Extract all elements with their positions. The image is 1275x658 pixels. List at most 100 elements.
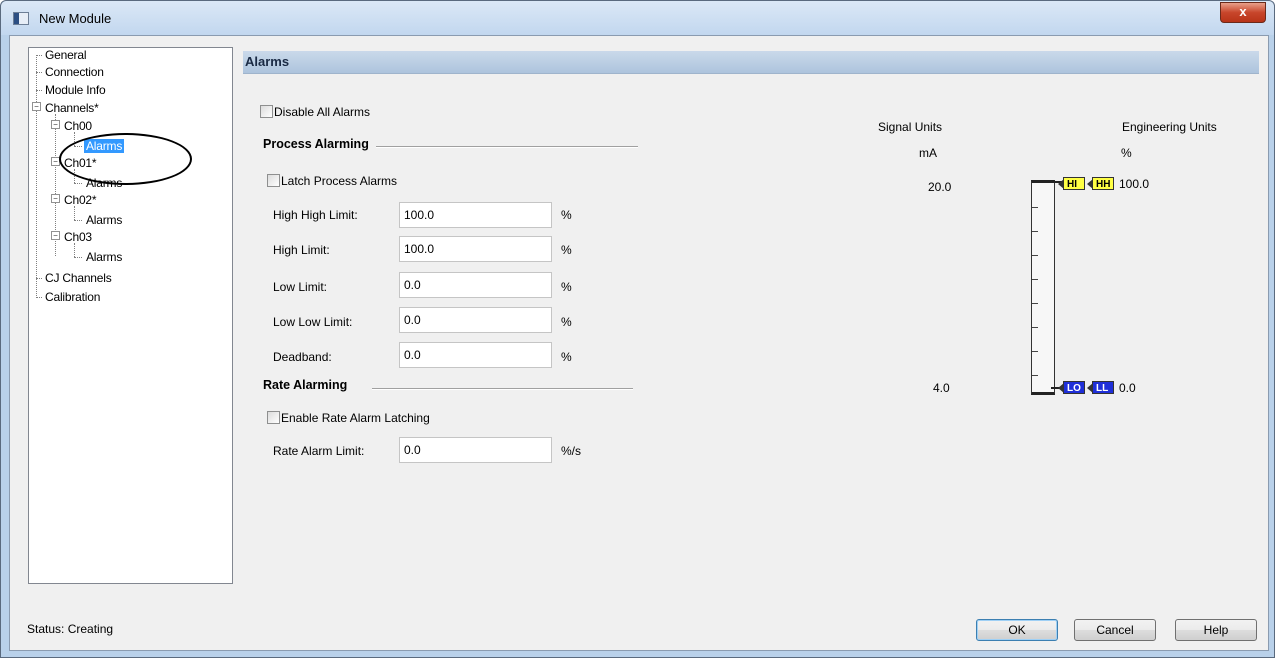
tree-item-label: Alarms [86,213,123,227]
engineering-units-label: Engineering Units [1122,120,1217,134]
tree-item-label: Module Info [45,83,106,97]
signal-units-label: Signal Units [878,120,943,134]
disable-all-alarms-label: Disable All Alarms [274,105,371,119]
high-high-limit-input[interactable]: 100.0 [399,202,552,228]
tree-connector [36,297,42,298]
category-tree: General Connection Module Info − Channel… [28,47,233,584]
panel-title: Alarms [245,54,290,69]
signal-low-value: 4.0 [933,381,950,395]
tree-item-label: Calibration [45,290,101,304]
signal-high-value: 20.0 [928,180,952,194]
tree-item-module-info[interactable]: Module Info [43,83,108,97]
low-low-limit-unit: % [561,315,572,329]
scale-tick [1032,207,1038,208]
tree-connector [36,55,37,298]
highlight-ellipse [59,133,192,185]
rate-alarm-limit-input[interactable]: 0.0 [399,437,552,463]
high-limit-label: High Limit: [273,243,330,257]
tree-connector [36,55,42,56]
ok-button[interactable]: OK [976,619,1058,641]
tree-connector [74,243,75,257]
high-limit-input[interactable]: 100.0 [399,236,552,262]
tree-item-label: Ch02* [64,193,97,207]
scale-tick [1032,279,1038,280]
tree-connector [74,257,82,258]
latch-process-alarms-label: Latch Process Alarms [281,174,398,188]
tree-item-label: Channels* [45,101,99,115]
tree-connector [74,183,82,184]
low-low-limit-label: Low Low Limit: [273,315,353,329]
section-divider [372,388,633,390]
tree-item-calibration[interactable]: Calibration [43,290,102,304]
signal-unit: mA [919,146,937,160]
alarm-scale-bar [1031,180,1055,395]
tree-connector [36,278,42,279]
dialog-client-area: General Connection Module Info − Channel… [9,35,1269,651]
hi-alarm-marker[interactable]: HI [1058,177,1085,190]
engineering-high-value: 100.0 [1119,177,1150,191]
tree-connector [74,206,75,220]
tree-item-ch03[interactable]: Ch03 [62,230,94,244]
tree-item-cj-channels[interactable]: CJ Channels [43,271,114,285]
low-limit-unit: % [561,280,572,294]
rate-alarming-heading: Rate Alarming [263,378,348,392]
tree-item-label: Ch00 [64,119,92,133]
scale-tick [1032,351,1038,352]
high-high-limit-unit: % [561,208,572,222]
latch-process-alarms-checkbox[interactable] [267,174,280,187]
tree-item-label: General [45,48,87,62]
help-button[interactable]: Help [1175,619,1257,641]
deadband-unit: % [561,350,572,364]
high-limit-unit: % [561,243,572,257]
scale-tick [1032,231,1038,232]
low-limit-input[interactable]: 0.0 [399,272,552,298]
rate-alarm-limit-unit: %/s [561,444,582,458]
tree-item-general[interactable]: General [43,48,88,62]
tree-item-connection[interactable]: Connection [43,65,106,79]
engineering-unit: % [1121,146,1132,160]
process-alarming-heading: Process Alarming [263,137,369,151]
collapse-ch00-icon[interactable]: − [51,120,60,129]
enable-rate-alarm-latching-label: Enable Rate Alarm Latching [281,411,430,425]
panel-header: Alarms [243,51,1259,74]
tree-item-ch02-alarms[interactable]: Alarms [84,213,124,227]
title-bar: New Module x [1,1,1274,35]
tree-item-label: CJ Channels [45,271,112,285]
window-icon [13,12,29,25]
close-button[interactable]: x [1220,2,1266,23]
high-high-limit-label: High High Limit: [273,208,358,222]
ll-alarm-marker[interactable]: LL [1087,381,1114,394]
deadband-input[interactable]: 0.0 [399,342,552,368]
cancel-button[interactable]: Cancel [1074,619,1156,641]
collapse-ch02-icon[interactable]: − [51,194,60,203]
disable-all-alarms-checkbox[interactable] [260,105,273,118]
scale-tick [1032,303,1038,304]
hh-alarm-marker[interactable]: HH [1087,177,1114,190]
collapse-channels-icon[interactable]: − [32,102,41,111]
scale-tick [1032,255,1038,256]
rate-alarm-limit-label: Rate Alarm Limit: [273,444,365,458]
low-limit-label: Low Limit: [273,280,328,294]
enable-rate-alarm-latching-checkbox[interactable] [267,411,280,424]
tree-connector [36,72,42,73]
tree-item-ch02[interactable]: Ch02* [62,193,98,207]
tree-item-ch03-alarms[interactable]: Alarms [84,250,124,264]
tree-item-label: Connection [45,65,104,79]
window-title: New Module [39,11,112,26]
collapse-ch03-icon[interactable]: − [51,231,60,240]
section-divider [376,146,638,148]
deadband-label: Deadband: [273,350,332,364]
low-low-limit-input[interactable]: 0.0 [399,307,552,333]
dialog-window: New Module x General Connection Module I… [0,0,1275,658]
tree-item-ch00[interactable]: Ch00 [62,119,94,133]
tree-connector [74,220,82,221]
scale-tick [1032,375,1038,376]
status-text: Status: Creating [27,622,114,636]
lo-alarm-marker[interactable]: LO [1058,381,1085,394]
scale-tick [1032,327,1038,328]
tree-item-channels[interactable]: Channels* [43,101,101,115]
tree-item-label: Ch03 [64,230,92,244]
engineering-low-value: 0.0 [1119,381,1136,395]
tree-item-label: Alarms [86,250,123,264]
tree-connector [36,90,42,91]
